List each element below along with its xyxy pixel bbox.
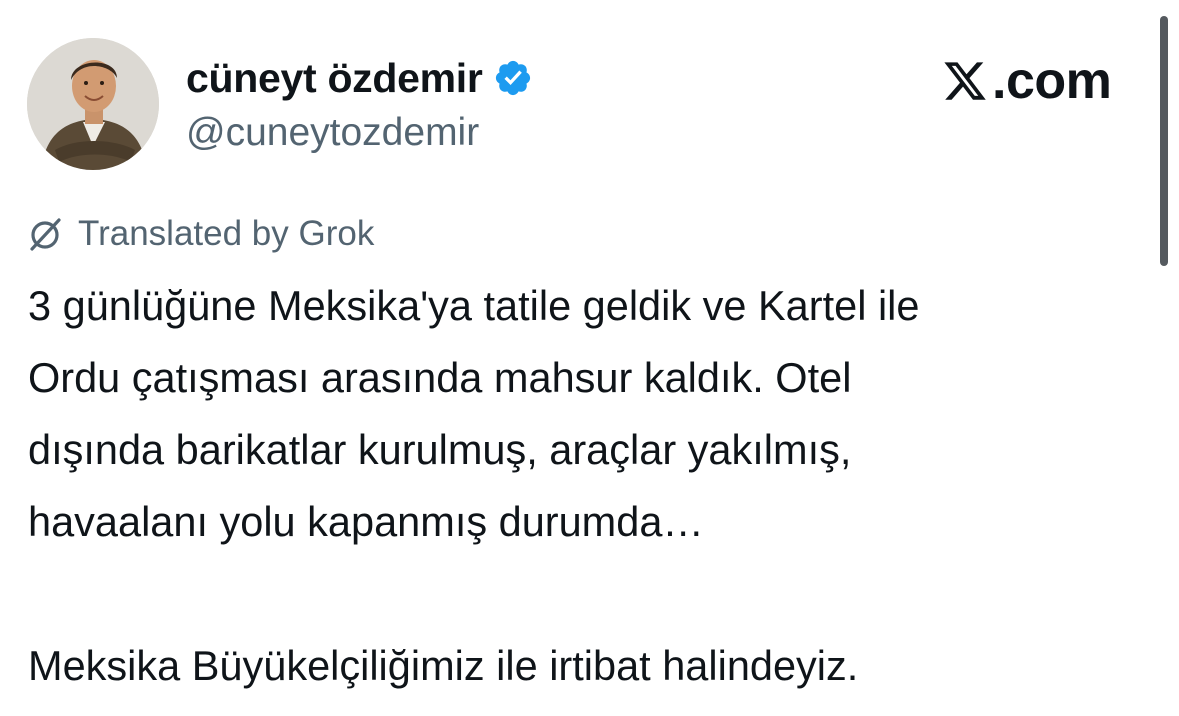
grok-icon	[30, 218, 61, 251]
translation-label: Translated by Grok	[78, 214, 375, 253]
x-logo-icon	[944, 62, 986, 100]
tweet-line: havaalanı yolu kapanmış durumda…	[28, 498, 704, 545]
tweet-line: Meksika Büyükelçiliğimiz ile irtibat hal…	[28, 642, 859, 689]
avatar[interactable]	[27, 38, 159, 170]
author-display-name[interactable]: cüneyt özdemir	[186, 52, 483, 104]
author-name-row[interactable]: cüneyt özdemir	[186, 52, 533, 104]
translation-notice[interactable]: Translated by Grok	[26, 209, 374, 259]
brand-domain-text: .com	[992, 52, 1112, 110]
avatar-photo	[27, 38, 159, 170]
author-handle[interactable]: @cuneytozdemir	[186, 108, 479, 158]
tweet-line: 3 günlüğüne Meksika'ya tatile geldik ve …	[28, 282, 920, 329]
tweet-text: 3 günlüğüne Meksika'ya tatile geldik ve …	[28, 270, 1148, 702]
verified-badge-icon	[493, 58, 533, 98]
x-com-brand: .com	[940, 50, 1112, 112]
tweet-line: dışında barikatlar kurulmuş, araçlar yak…	[28, 426, 852, 473]
scrollbar-thumb[interactable]	[1160, 16, 1168, 266]
tweet-line: Ordu çatışması arasında mahsur kaldık. O…	[28, 354, 852, 401]
